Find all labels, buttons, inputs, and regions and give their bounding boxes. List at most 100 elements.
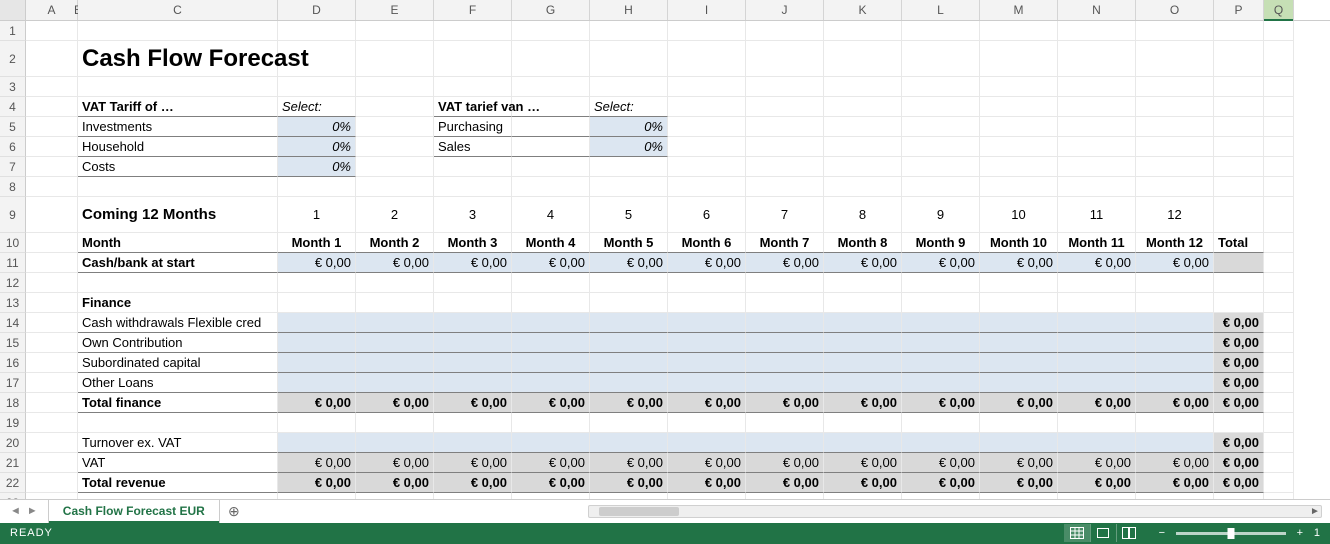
cell[interactable] (434, 353, 512, 373)
row-header[interactable]: 21 (0, 453, 26, 473)
vat-right-row-value[interactable]: 0% (590, 117, 668, 137)
cell[interactable] (980, 353, 1058, 373)
select-all-corner[interactable] (0, 0, 26, 20)
total-revenue-label[interactable]: Total revenue (78, 473, 278, 493)
cell[interactable] (1214, 293, 1264, 313)
vat-right-row-value[interactable]: 0% (590, 137, 668, 157)
col-header[interactable]: P (1214, 0, 1264, 20)
cell[interactable]: € 0,00 (1214, 473, 1264, 493)
cell[interactable] (278, 313, 356, 333)
vat-month-value[interactable]: € 0,00 (824, 453, 902, 473)
cell[interactable] (26, 293, 78, 313)
cell[interactable] (824, 177, 902, 197)
cell[interactable] (78, 413, 278, 433)
cell[interactable] (26, 333, 78, 353)
cell[interactable] (1264, 253, 1294, 273)
col-header[interactable]: D (278, 0, 356, 20)
cell[interactable] (26, 313, 78, 333)
cell[interactable] (824, 313, 902, 333)
cell[interactable] (824, 21, 902, 41)
cell[interactable] (590, 413, 668, 433)
row-header[interactable]: 3 (0, 77, 26, 97)
finance-header[interactable]: Finance (78, 293, 278, 313)
cell[interactable] (278, 433, 356, 453)
cell[interactable] (824, 373, 902, 393)
cell[interactable] (356, 41, 434, 77)
cell[interactable] (356, 97, 434, 117)
total-revenue-value[interactable]: € 0,00 (902, 473, 980, 493)
cell[interactable] (668, 77, 746, 97)
zoom-out-button[interactable]: − (1156, 527, 1168, 539)
vat-month-value[interactable]: € 0,00 (980, 453, 1058, 473)
cell[interactable] (1058, 313, 1136, 333)
cell[interactable] (278, 21, 356, 41)
col-header[interactable]: O (1136, 0, 1214, 20)
finance-row-total[interactable]: € 0,00 (1214, 313, 1264, 333)
cell[interactable] (1264, 137, 1294, 157)
total-finance-value[interactable]: € 0,00 (434, 393, 512, 413)
cell[interactable] (512, 313, 590, 333)
cell[interactable] (590, 373, 668, 393)
cell[interactable] (590, 313, 668, 333)
total-finance-label[interactable]: Total finance (78, 393, 278, 413)
row-header[interactable]: 18 (0, 393, 26, 413)
vat-month-value[interactable]: € 0,00 (902, 453, 980, 473)
month-label[interactable]: Month 6 (668, 233, 746, 253)
horizontal-scrollbar[interactable]: ◄ ► (248, 500, 1330, 522)
cell[interactable] (590, 157, 668, 177)
view-page-break-button[interactable] (1116, 524, 1142, 542)
cell[interactable] (1058, 353, 1136, 373)
cell[interactable] (902, 373, 980, 393)
cell[interactable] (1214, 273, 1264, 293)
vat-month-value[interactable]: € 0,00 (434, 453, 512, 473)
row-header[interactable]: 16 (0, 353, 26, 373)
finance-row-label[interactable]: Subordinated capital (78, 353, 278, 373)
cell[interactable] (434, 77, 512, 97)
cell[interactable] (1136, 41, 1214, 77)
cell[interactable] (746, 293, 824, 313)
cell[interactable] (1214, 413, 1264, 433)
total-finance-value[interactable]: € 0,00 (512, 393, 590, 413)
cell[interactable] (1058, 137, 1136, 157)
cell[interactable] (746, 273, 824, 293)
cell[interactable] (1058, 41, 1136, 77)
total-revenue-value[interactable]: € 0,00 (590, 473, 668, 493)
cell[interactable] (512, 433, 590, 453)
cell[interactable] (902, 137, 980, 157)
cell[interactable] (746, 77, 824, 97)
cell[interactable] (1264, 273, 1294, 293)
cell[interactable] (902, 333, 980, 353)
cell[interactable] (26, 373, 78, 393)
col-header[interactable]: J (746, 0, 824, 20)
cell[interactable] (512, 413, 590, 433)
cell[interactable] (26, 157, 78, 177)
cell[interactable] (434, 41, 512, 77)
total-finance-value[interactable]: € 0,00 (356, 393, 434, 413)
cell[interactable] (26, 273, 78, 293)
cell[interactable] (746, 433, 824, 453)
cell[interactable] (278, 293, 356, 313)
cell[interactable] (980, 293, 1058, 313)
cell[interactable] (902, 41, 980, 77)
finance-row-label[interactable]: Own Contribution (78, 333, 278, 353)
total-finance-value[interactable]: € 0,00 (902, 393, 980, 413)
total-finance-value[interactable]: € 0,00 (746, 393, 824, 413)
cell[interactable] (1136, 333, 1214, 353)
cell[interactable] (980, 313, 1058, 333)
total-revenue-value[interactable]: € 0,00 (434, 473, 512, 493)
cell[interactable] (26, 177, 78, 197)
cell[interactable] (512, 273, 590, 293)
cell[interactable] (824, 41, 902, 77)
cell[interactable] (590, 333, 668, 353)
cell[interactable] (746, 413, 824, 433)
cell[interactable] (512, 293, 590, 313)
cell[interactable] (1136, 433, 1214, 453)
month-label[interactable]: Month 9 (902, 233, 980, 253)
row-header[interactable]: 20 (0, 433, 26, 453)
cell[interactable] (1264, 413, 1294, 433)
row-header[interactable]: 12 (0, 273, 26, 293)
cell[interactable] (1136, 97, 1214, 117)
cell[interactable] (1058, 117, 1136, 137)
finance-row-total[interactable]: € 0,00 (1214, 373, 1264, 393)
month-label[interactable]: Month 8 (824, 233, 902, 253)
